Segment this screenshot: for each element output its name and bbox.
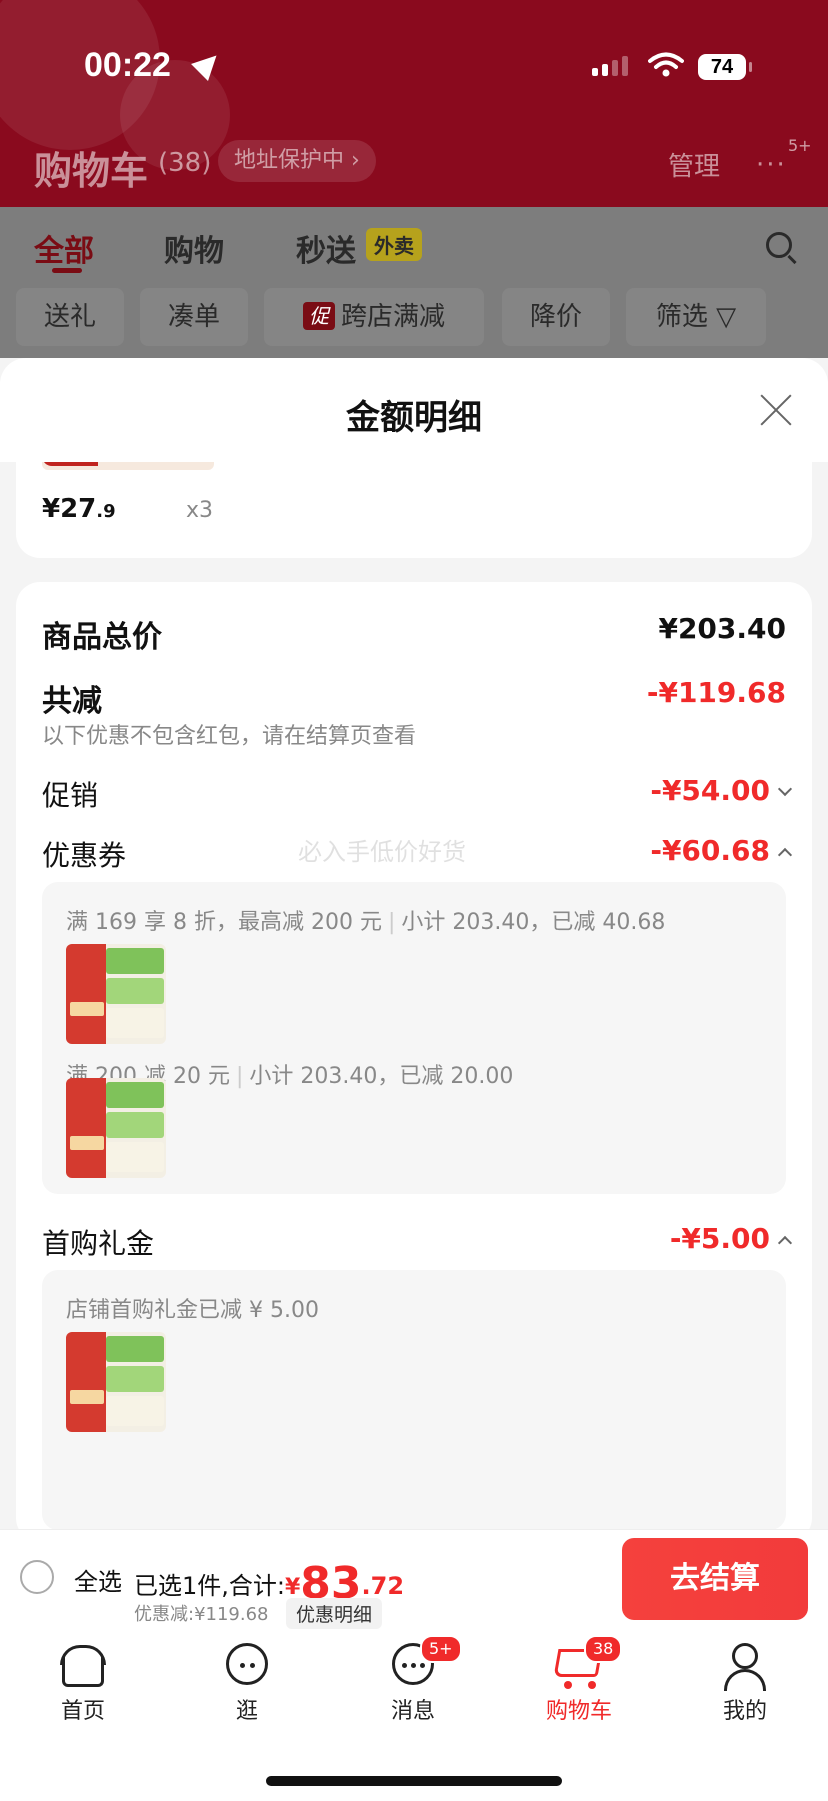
chevron-up-icon bbox=[777, 1235, 793, 1251]
discount-amount: 优惠减:¥119.68 bbox=[134, 1604, 269, 1625]
watermark-text: 必入手低价好货 bbox=[298, 838, 466, 866]
status-time: 00:22 bbox=[84, 46, 171, 84]
status-bar: 00:22 74 bbox=[0, 46, 828, 86]
chevron-up-icon bbox=[777, 847, 793, 863]
home-icon bbox=[58, 1641, 108, 1689]
filter-bundle[interactable]: 凑单 bbox=[140, 288, 248, 346]
cellular-signal-icon bbox=[592, 56, 628, 76]
chevron-down-icon bbox=[777, 781, 793, 797]
first-gift-label: 首购礼金 bbox=[42, 1227, 155, 1260]
manage-button[interactable]: 管理 bbox=[668, 146, 720, 183]
first-gift-value: -¥5.00 bbox=[669, 1222, 770, 1255]
first-gift-toggle[interactable]: -¥5.00 bbox=[669, 1222, 793, 1255]
separator: | bbox=[235, 1064, 244, 1089]
filter-gift[interactable]: 送礼 bbox=[16, 288, 124, 346]
battery-indicator: 74 bbox=[698, 54, 752, 80]
filter-button[interactable]: 筛选 ▽ bbox=[626, 288, 766, 346]
wifi-icon bbox=[648, 52, 684, 77]
total-currency: ¥ bbox=[284, 1575, 301, 1600]
tabbar-messages-label: 消息 bbox=[390, 1699, 435, 1724]
filter-price-drop[interactable]: 降价 bbox=[502, 288, 610, 346]
filter-bundle-label: 凑单 bbox=[167, 302, 220, 332]
price-int: 27 bbox=[60, 494, 97, 524]
cart-count: (38) bbox=[158, 148, 212, 178]
promo-row-toggle[interactable]: -¥54.00 bbox=[650, 774, 793, 807]
promo-value: -¥54.00 bbox=[650, 774, 770, 807]
more-badge: 5+ bbox=[788, 136, 812, 155]
coupon-row-toggle[interactable]: -¥60.68 bbox=[650, 834, 793, 867]
selected-text: 已选1件,合计: bbox=[134, 1572, 285, 1600]
tab-express[interactable]: 秒送 bbox=[296, 226, 356, 270]
tabbar-cart[interactable]: 38 购物车 bbox=[524, 1635, 634, 1725]
discount-detail-button[interactable]: 优惠明细 bbox=[286, 1598, 383, 1629]
messages-badge: 5+ bbox=[420, 1635, 462, 1663]
tabbar-profile-label: 我的 bbox=[722, 1699, 767, 1724]
coupon-label: 优惠券 bbox=[42, 839, 127, 872]
tab-shopping[interactable]: 购物 bbox=[164, 226, 224, 270]
tab-all[interactable]: 全部 bbox=[34, 226, 94, 270]
coupon-detail: 小计 203.40，已减 40.68 bbox=[401, 910, 666, 935]
total-dec: .72 bbox=[361, 1572, 405, 1600]
product-thumbnail[interactable] bbox=[42, 462, 214, 470]
tabbar-cart-label: 购物车 bbox=[545, 1699, 612, 1724]
reduce-note: 以下优惠不包含红包，请在结算页查看 bbox=[42, 724, 417, 749]
filter-cross-store-label: 跨店满减 bbox=[340, 302, 445, 332]
waimai-tag: 外卖 bbox=[366, 228, 422, 261]
face-icon bbox=[222, 1641, 272, 1689]
first-gift-box: 店铺首购礼金已减 ¥ 5.00 bbox=[42, 1270, 786, 1529]
sheet-header: 金额明细 bbox=[0, 358, 828, 462]
location-arrow-icon bbox=[191, 47, 225, 81]
separator: | bbox=[387, 910, 396, 935]
home-indicator[interactable] bbox=[266, 1776, 562, 1786]
filter-gift-label: 送礼 bbox=[43, 302, 96, 332]
product-image[interactable] bbox=[66, 1078, 166, 1178]
sheet-title: 金额明细 bbox=[346, 398, 482, 438]
filter-button-label: 筛选 ▽ bbox=[655, 302, 737, 332]
select-all-checkbox[interactable] bbox=[20, 1560, 54, 1594]
promo-tag: 促 bbox=[302, 302, 335, 330]
address-protect-button[interactable]: 地址保护中 › bbox=[218, 140, 376, 182]
product-price: ¥27.9 bbox=[42, 494, 116, 524]
tab-underline bbox=[52, 268, 82, 273]
more-icon[interactable]: ··· bbox=[756, 150, 787, 180]
tabbar-home-label: 首页 bbox=[60, 1699, 105, 1724]
select-all-label[interactable]: 全选 bbox=[74, 1562, 122, 1597]
promo-label: 促销 bbox=[42, 779, 99, 812]
tabbar-browse-label: 逛 bbox=[235, 1699, 258, 1724]
coupon-value: -¥60.68 bbox=[650, 834, 770, 867]
reduce-label: 共减 bbox=[42, 684, 102, 719]
price-currency: ¥ bbox=[42, 494, 61, 524]
first-gift-note: 店铺首购礼金已减 ¥ 5.00 bbox=[66, 1298, 319, 1323]
reduce-value: -¥119.68 bbox=[646, 676, 786, 709]
close-icon[interactable] bbox=[758, 392, 794, 428]
price-dec: .9 bbox=[96, 501, 116, 522]
amount-detail-sheet: 金额明细 ¥27.9 x3 商品总价 ¥203.40 共减 -¥119.68 以… bbox=[0, 358, 828, 1529]
filter-price-drop-label: 降价 bbox=[529, 302, 582, 332]
user-icon bbox=[720, 1641, 770, 1691]
coupon-detail-box: 满 169 享 8 折，最高减 200 元 | 小计 203.40，已减 40.68… bbox=[42, 882, 786, 1194]
page-title: 购物车 bbox=[34, 149, 149, 193]
coupon-condition: 满 169 享 8 折，最高减 200 元 bbox=[66, 910, 382, 935]
product-card: ¥27.9 x3 bbox=[16, 462, 812, 558]
tabbar-browse[interactable]: 逛 bbox=[192, 1641, 302, 1725]
total-label: 商品总价 bbox=[42, 620, 162, 655]
checkout-bar: 全选 已选1件,合计:¥83.72 优惠减:¥119.68 优惠明细 去结算 bbox=[0, 1529, 828, 1629]
search-icon[interactable] bbox=[766, 232, 792, 258]
total-value: ¥203.40 bbox=[658, 612, 786, 645]
checkout-button[interactable]: 去结算 bbox=[622, 1538, 808, 1620]
tabbar-home[interactable]: 首页 bbox=[28, 1641, 138, 1725]
filter-cross-store[interactable]: 促跨店满减 bbox=[264, 288, 484, 346]
tabbar-profile[interactable]: 我的 bbox=[690, 1641, 800, 1725]
product-image[interactable] bbox=[66, 944, 166, 1044]
amount-breakdown-card: 商品总价 ¥203.40 共减 -¥119.68 以下优惠不包含红包，请在结算页… bbox=[16, 582, 812, 1529]
coupon-detail: 小计 203.40，已减 20.00 bbox=[249, 1064, 514, 1089]
tabbar-messages[interactable]: 5+ 消息 bbox=[358, 1635, 468, 1725]
product-image[interactable] bbox=[66, 1332, 166, 1432]
coupon-line: 满 169 享 8 折，最高减 200 元 | 小计 203.40，已减 40.68 bbox=[66, 904, 665, 936]
product-quantity: x3 bbox=[186, 498, 214, 523]
cart-badge: 38 bbox=[584, 1635, 623, 1663]
